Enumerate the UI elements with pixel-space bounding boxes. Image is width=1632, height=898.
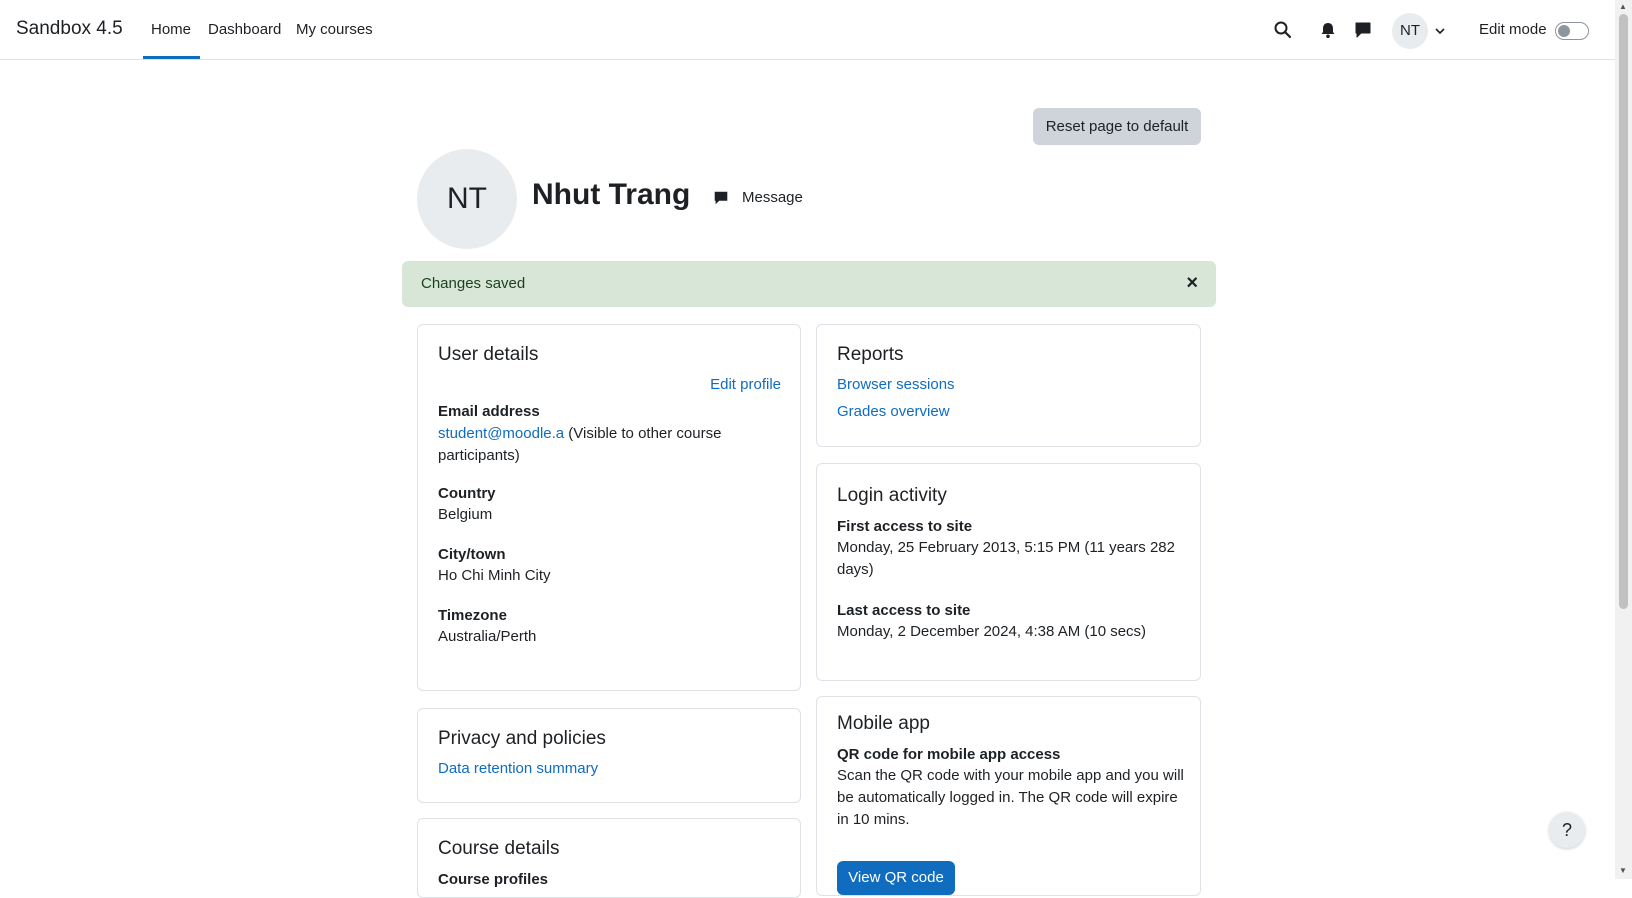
qr-description: Scan the QR code with your mobile app an… [837,765,1185,831]
country-value: Belgium [438,506,493,523]
scroll-down-icon[interactable]: ▼ [1619,866,1627,876]
user-avatar[interactable]: NT [1392,13,1428,49]
search-icon[interactable] [1273,20,1293,40]
first-access-line2: days) [837,561,874,578]
profile-avatar: NT [417,149,517,249]
profile-fullname: Nhut Trang [532,178,691,211]
user-details-title: User details [438,344,539,365]
email-value: student@moodle.a (Visible to other cours… [438,423,778,467]
edit-mode-label: Edit mode [1479,21,1547,38]
top-navbar: Sandbox 4.5 Home Dashboard My courses NT… [0,0,1615,60]
privacy-title: Privacy and policies [438,728,606,749]
first-access-label: First access to site [837,518,973,535]
toggle-knob [1558,25,1570,37]
country-label: Country [438,485,496,502]
email-visibility-line1: (Visible to other course [564,425,722,442]
chat-icon[interactable] [1353,20,1373,40]
success-alert: Changes saved × [402,261,1216,307]
nav-dashboard[interactable]: Dashboard [208,21,281,38]
timezone-label: Timezone [438,607,507,624]
login-activity-title: Login activity [837,485,947,506]
message-label: Message [742,189,803,206]
reports-card: Reports Browser sessions Grades overview [816,324,1201,447]
qr-desc-line3: in 10 mins. [837,811,910,828]
login-activity-card: Login activity First access to site Mond… [816,463,1201,681]
browser-sessions-link[interactable]: Browser sessions [837,376,955,393]
edit-profile-link[interactable]: Edit profile [710,376,781,393]
nav-my-courses[interactable]: My courses [296,21,373,38]
mobile-app-card: Mobile app QR code for mobile app access… [816,696,1201,896]
view-qr-code-button[interactable]: View QR code [837,861,955,895]
chevron-down-icon[interactable] [1434,24,1446,36]
last-access-label: Last access to site [837,602,971,619]
nav-home[interactable]: Home [151,21,191,38]
scroll-up-icon[interactable]: ▲ [1619,2,1627,12]
timezone-value: Australia/Perth [438,628,537,645]
qr-code-label: QR code for mobile app access [837,746,1061,763]
bell-icon[interactable] [1318,20,1338,40]
first-access-value: Monday, 25 February 2013, 5:15 PM (11 ye… [837,537,1182,581]
close-icon[interactable]: × [1186,272,1198,295]
email-visibility-line2: participants) [438,447,520,464]
grades-overview-link[interactable]: Grades overview [837,403,950,420]
mobile-app-title: Mobile app [837,713,930,734]
course-profiles-label: Course profiles [438,871,549,888]
help-button[interactable]: ? [1549,812,1585,848]
last-access-value: Monday, 2 December 2024, 4:38 AM (10 sec… [837,623,1147,640]
edit-mode-toggle[interactable] [1555,22,1589,40]
active-nav-indicator [143,56,200,59]
course-details-title: Course details [438,838,560,859]
email-label: Email address [438,403,540,420]
first-access-line1: Monday, 25 February 2013, 5:15 PM (11 ye… [837,539,1175,556]
page-scrollbar[interactable]: ▲ ▼ [1615,0,1632,879]
scroll-thumb[interactable] [1619,14,1628,609]
chat-icon [714,191,728,205]
reset-page-button[interactable]: Reset page to default [1033,108,1201,145]
data-retention-link[interactable]: Data retention summary [438,760,598,777]
course-details-card: Course details Course profiles [417,818,801,898]
reports-title: Reports [837,344,904,365]
city-value: Ho Chi Minh City [438,567,551,584]
city-label: City/town [438,546,506,563]
email-link[interactable]: student@moodle.a [438,425,564,442]
privacy-card: Privacy and policies Data retention summ… [417,708,801,803]
user-details-card: User details Edit profile Email address … [417,324,801,691]
site-brand[interactable]: Sandbox 4.5 [16,18,123,40]
qr-desc-line1: Scan the QR code with your mobile app an… [837,767,1184,784]
alert-message: Changes saved [421,275,526,292]
qr-desc-line2: be automatically logged in. The QR code … [837,789,1178,806]
